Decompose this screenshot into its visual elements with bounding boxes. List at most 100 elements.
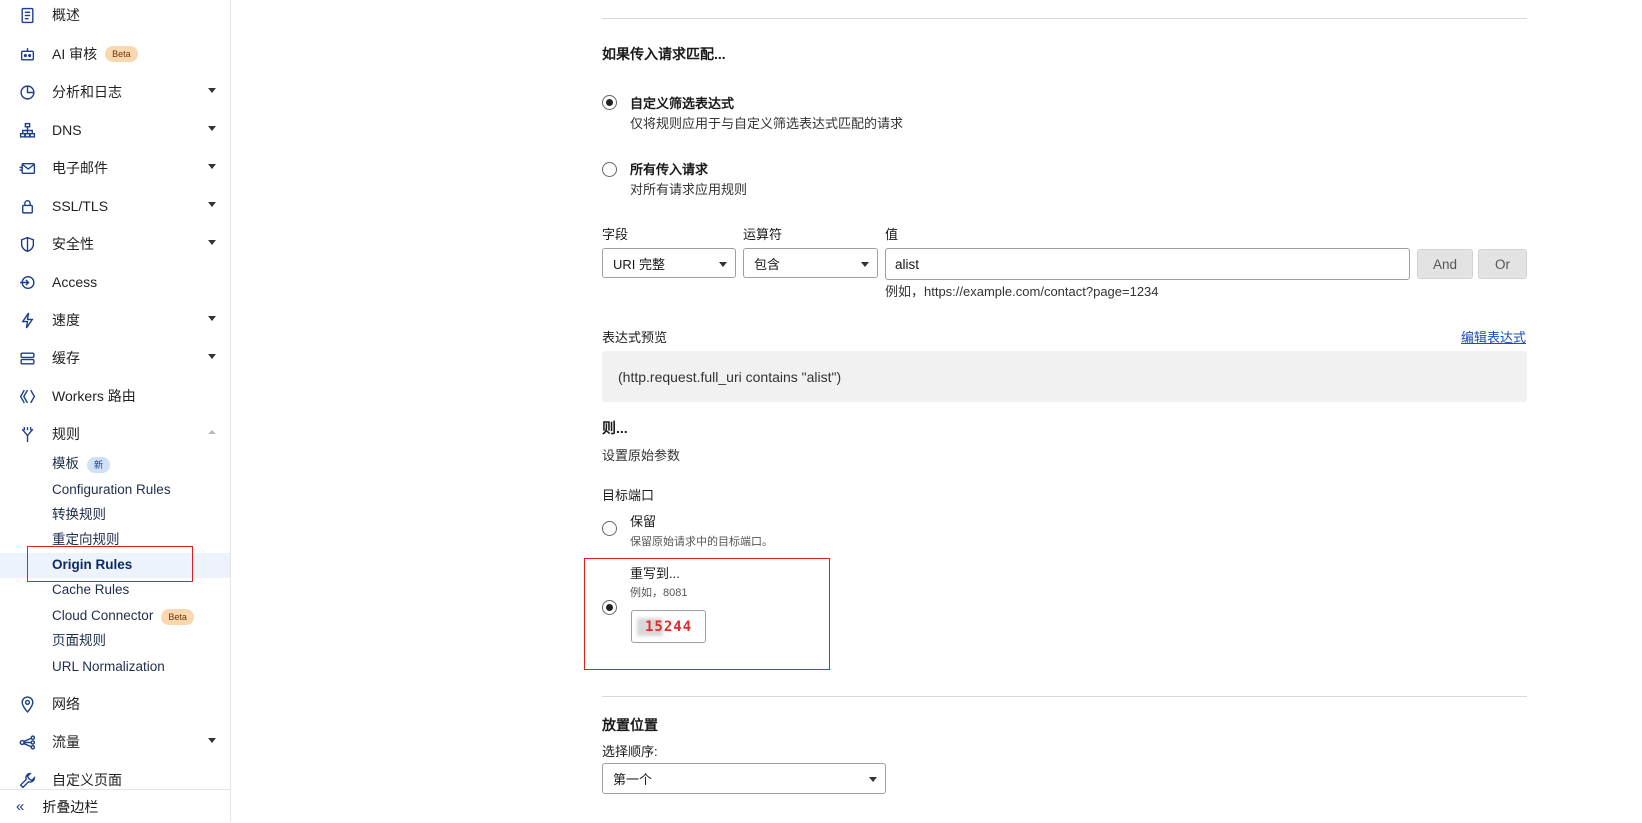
sidebar-item-label: 概述 [52, 7, 80, 23]
double-chevron-left-icon: « [16, 798, 25, 815]
sidebar-item-label: AI 审核 [52, 46, 98, 62]
lightning-icon [18, 311, 36, 329]
preview-label: 表达式预览 [602, 330, 668, 345]
sidebar-item-email[interactable]: 电子邮件 [0, 151, 230, 185]
or-button[interactable]: Or [1478, 249, 1527, 279]
sidebar-item-analytics[interactable]: 分析和日志 [0, 75, 230, 109]
operator-select[interactable]: 包含 [743, 248, 878, 278]
rules-icon [18, 425, 36, 443]
chevron-down-icon [208, 164, 216, 169]
sidebar-item-label: SSL/TLS [52, 198, 109, 214]
chevron-down-icon [208, 738, 216, 743]
sidebar-subitem-cloud-connector[interactable]: Cloud Connector Beta [52, 605, 194, 627]
sidebar-item-label: 分析和日志 [52, 84, 122, 100]
all-requests-radio[interactable] [602, 162, 617, 177]
chevron-down-icon [208, 240, 216, 245]
preserve-radio[interactable] [602, 521, 617, 536]
robot-icon [18, 45, 36, 63]
order-select[interactable]: 第一个 [602, 763, 886, 794]
new-badge: 新 [87, 457, 111, 473]
sidebar-item-label: 电子邮件 [52, 160, 108, 176]
location-pin-icon [18, 695, 36, 713]
sidebar-item-label: Access [52, 274, 98, 290]
sidebar-item-ai-audit[interactable]: AI 审核 Beta [0, 37, 230, 71]
sidebar-item-label: 网络 [52, 696, 80, 712]
sidebar-item-label: 安全性 [52, 236, 94, 252]
collapse-label: 折叠边栏 [42, 798, 99, 815]
email-icon [18, 159, 36, 177]
preserve-desc: 保留原始请求中的目标端口。 [630, 536, 773, 548]
rewrite-desc: 例如，8081 [630, 587, 688, 599]
chevron-down-icon [861, 262, 869, 267]
sidebar-item-label: DNS [52, 122, 82, 138]
chevron-down-icon [208, 126, 216, 131]
port-input[interactable]: 15244 [631, 610, 706, 643]
field-select[interactable]: URI 完整 [602, 248, 736, 278]
sidebar-subitem-cache-rules[interactable]: Cache Rules [52, 579, 129, 601]
preserve-title: 保留 [630, 514, 657, 529]
port-value: 15244 [645, 619, 693, 635]
placement-heading: 放置位置 [602, 717, 658, 733]
sidebar-subitem-configuration-rules[interactable]: Configuration Rules [52, 479, 171, 501]
operator-label: 运算符 [743, 227, 783, 242]
sidebar-item-label: 速度 [52, 312, 80, 328]
sidebar-item-rules[interactable]: 规则 [0, 417, 230, 451]
then-heading: 则... [602, 420, 628, 436]
chart-pie-icon [18, 83, 36, 101]
sidebar-item-ssl-tls[interactable]: SSL/TLS [0, 189, 230, 223]
order-label: 选择顺序: [602, 744, 658, 759]
edit-expression-link[interactable]: 编辑表达式 [1461, 327, 1526, 346]
sidebar-item-workers-routes[interactable]: Workers 路由 [0, 379, 230, 413]
sidebar-subitem-url-normalization[interactable]: URL Normalization [52, 656, 165, 678]
custom-filter-radio[interactable] [602, 95, 617, 110]
lock-icon [18, 197, 36, 215]
sidebar-item-speed[interactable]: 速度 [0, 303, 230, 337]
access-icon [18, 273, 36, 291]
beta-badge: Beta [105, 46, 138, 62]
sidebar-subitem-page-rules[interactable]: 页面规则 [52, 630, 106, 652]
sidebar-item-label: 自定义页面 [52, 772, 122, 788]
highlight-box [584, 558, 830, 670]
all-requests-desc: 对所有请求应用规则 [630, 182, 748, 197]
network-icon [18, 121, 36, 139]
workers-icon [18, 387, 36, 405]
document-icon [18, 6, 36, 24]
sidebar-item-security[interactable]: 安全性 [0, 227, 230, 261]
match-heading: 如果传入请求匹配... [602, 46, 726, 62]
sidebar-subitem-templates[interactable]: 模板新 [52, 453, 111, 475]
sidebar-item-overview[interactable]: 概述 [0, 0, 230, 32]
expression-preview: (http.request.full_uri contains "alist") [602, 351, 1527, 402]
sidebar-item-dns[interactable]: DNS [0, 113, 230, 147]
and-button[interactable]: And [1417, 249, 1473, 279]
chevron-down-icon [208, 202, 216, 207]
chevron-down-icon [208, 316, 216, 321]
divider [602, 18, 1527, 19]
value-hint: 例如，https://example.com/contact?page=1234 [885, 284, 1159, 299]
sidebar-item-access[interactable]: Access [0, 265, 230, 299]
sidebar-item-network[interactable]: 网络 [0, 687, 230, 721]
divider [602, 696, 1527, 697]
rewrite-radio[interactable] [602, 600, 617, 615]
sidebar-subitem-label: 模板 [52, 456, 79, 471]
sidebar-subitem-transform-rules[interactable]: 转换规则 [52, 504, 106, 526]
chevron-down-icon [869, 777, 877, 782]
chevron-down-icon [719, 262, 727, 267]
highlight-box [27, 546, 193, 582]
custom-filter-desc: 仅将规则应用于与自定义筛选表达式匹配的请求 [630, 116, 904, 131]
chevron-up-icon [208, 430, 216, 434]
sidebar-item-label: 流量 [52, 734, 80, 750]
chevron-down-icon [208, 88, 216, 93]
order-select-value: 第一个 [613, 772, 653, 787]
value-input[interactable]: alist [885, 248, 1410, 280]
chevron-down-icon [208, 354, 216, 359]
sidebar-item-cache[interactable]: 缓存 [0, 341, 230, 375]
collapse-sidebar-button[interactable]: « 折叠边栏 [0, 789, 230, 823]
value-label: 值 [885, 227, 899, 242]
value-input-text: alist [895, 256, 920, 272]
sidebar-item-label: 缓存 [52, 350, 80, 366]
sidebar-item-label: Workers 路由 [52, 388, 136, 404]
beta-badge: Beta [161, 609, 194, 625]
wrench-icon [18, 771, 36, 789]
sidebar-item-traffic[interactable]: 流量 [0, 725, 230, 759]
expression-preview-text: (http.request.full_uri contains "alist") [618, 368, 842, 385]
